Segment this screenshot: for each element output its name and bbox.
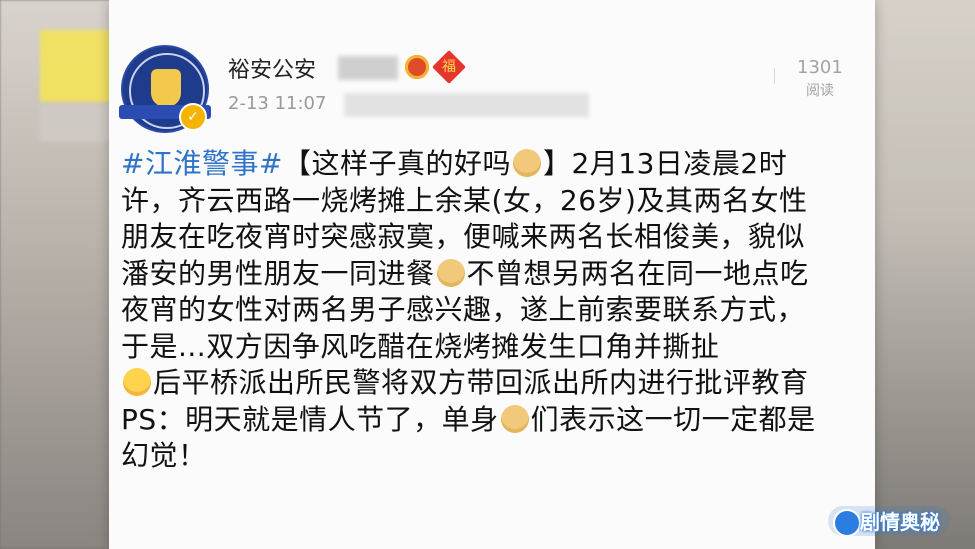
watermark-logo-icon <box>833 509 861 537</box>
doge-emoji-icon <box>436 258 465 287</box>
verified-icon: ✓ <box>179 103 207 131</box>
redacted-name-suffix <box>338 56 398 80</box>
background-right <box>865 0 975 549</box>
fu-badge-icon: 福 <box>432 50 466 84</box>
read-label: 阅读 <box>806 83 834 99</box>
hashtag-link[interactable]: #江淮警事# <box>121 147 283 180</box>
post-text-part1: 【这样子真的好吗 <box>282 147 511 180</box>
doge-emoji-icon <box>512 149 541 177</box>
redacted-meta <box>344 93 589 117</box>
blurred-sticker <box>40 30 112 102</box>
read-count: 1301 <box>797 57 843 78</box>
lantern-icon <box>405 55 429 79</box>
blurred-sticker-shadow <box>40 105 112 141</box>
weibo-post-card: ✓ 裕安公安 福 2-13 11:07 1301 阅读 #江淮警事#【这样子真的… <box>109 0 875 549</box>
watermark-text: 剧情奥秘 <box>860 510 940 534</box>
post-body: #江淮警事#【这样子真的好吗 】2月13日凌晨2时许，齐云西路一烧烤摊上余某(女，… <box>121 146 821 475</box>
doge-emoji-icon <box>500 404 529 433</box>
post-timestamp: 2-13 11:07 <box>228 93 327 114</box>
police-badge-icon <box>151 69 181 107</box>
fu-badge-text: 福 <box>442 59 456 75</box>
divider <box>774 68 775 84</box>
laugh-cry-emoji-icon <box>123 368 151 396</box>
account-name[interactable]: 裕安公安 <box>228 52 316 84</box>
